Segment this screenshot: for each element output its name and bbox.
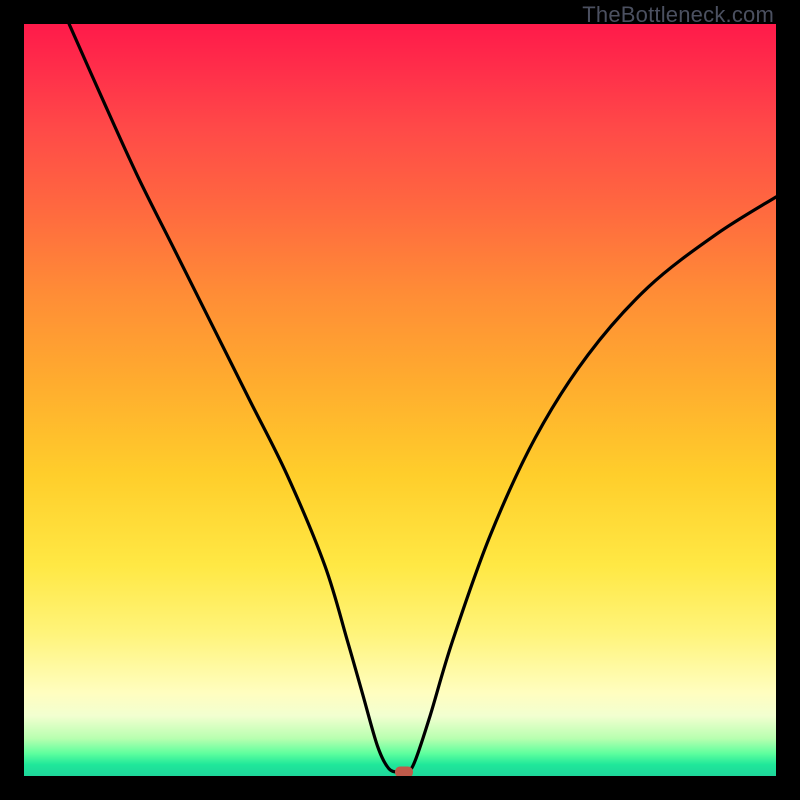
chart-container: TheBottleneck.com	[0, 0, 800, 800]
curve-svg	[24, 24, 776, 776]
optimum-marker	[395, 767, 413, 776]
plot-area	[24, 24, 776, 776]
watermark: TheBottleneck.com	[582, 2, 774, 28]
bottleneck-curve	[69, 24, 776, 773]
